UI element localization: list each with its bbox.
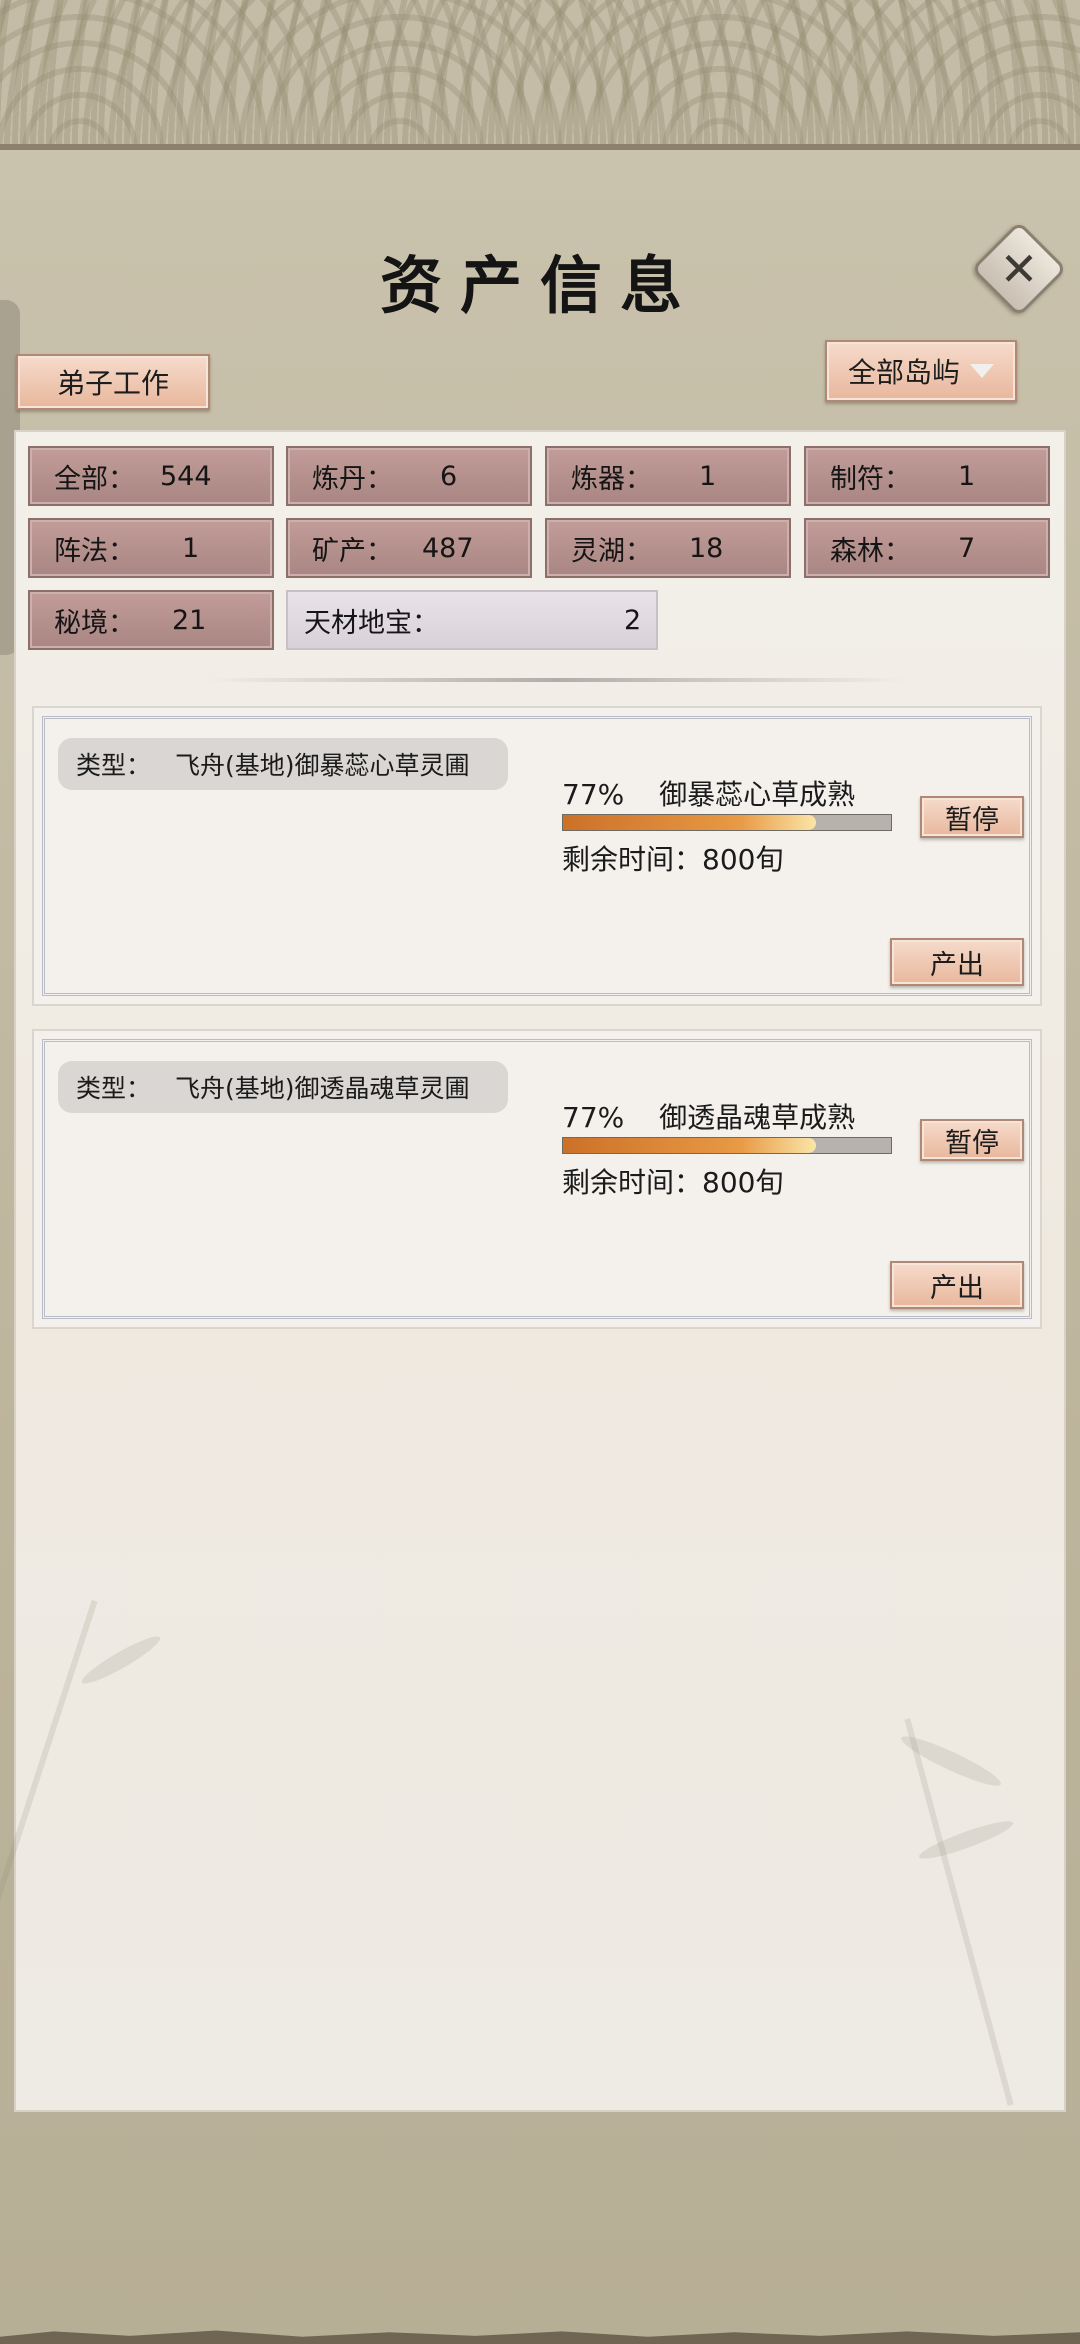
stat-label: 矿产： [312,535,393,567]
pause-label: 暂停 [945,1127,999,1159]
stat-label: 炼器： [571,463,652,495]
stat-label: 制符： [830,463,911,495]
chevron-down-icon [970,364,994,378]
close-icon: ✕ [999,242,1039,296]
stat-treasure[interactable]: 天材地宝： 2 [286,590,658,650]
stat-label: 阵法： [54,535,135,567]
output-button[interactable]: 产出 [890,938,1024,986]
remaining-time: 剩余时间：800旬 [562,1166,784,1199]
type-pill: 类型： 飞舟(基地)御透晶魂草灵圃 [58,1061,508,1113]
stat-label: 灵湖： [571,535,652,567]
top-decoration [0,0,1080,150]
type-value: 飞舟(基地)御透晶魂草灵圃 [175,1074,470,1103]
stat-value: 2 [624,604,642,636]
pause-label: 暂停 [945,804,999,836]
progress-bar-fill [563,1138,816,1153]
stat-talisman[interactable]: 制符： 1 [804,446,1050,506]
page-title: 资产信息 [379,249,700,322]
bamboo-leaf-decoration [78,1630,164,1690]
stat-label: 全部： [54,463,135,495]
type-value: 飞舟(基地)御暴蕊心草灵圃 [175,751,470,780]
stat-label: 天材地宝： [304,607,439,639]
disciple-work-label: 弟子工作 [56,367,169,400]
output-label: 产出 [930,1272,984,1304]
progress-bar-fill [563,815,816,830]
stat-value: 1 [182,532,200,564]
remaining-time: 剩余时间：800旬 [562,843,784,876]
stat-value: 1 [699,460,717,492]
stat-value: 7 [958,532,976,564]
stat-formation[interactable]: 阵法： 1 [28,518,274,578]
asset-card: 类型： 飞舟(基地)御暴蕊心草灵圃 77% 御暴蕊心草成熟 剩余时间：800旬 … [32,706,1042,1006]
pause-button[interactable]: 暂停 [920,1119,1024,1161]
progress-bar [562,1137,892,1154]
bamboo-decoration [0,1599,98,1945]
type-pill: 类型： 飞舟(基地)御暴蕊心草灵圃 [58,738,508,790]
stat-value: 6 [440,460,458,492]
stat-value: 1 [958,460,976,492]
stat-value: 18 [689,532,724,564]
progress-percent: 77% [562,1101,625,1134]
stat-lake[interactable]: 灵湖： 18 [545,518,791,578]
stat-label: 秘境： [54,607,135,639]
stat-secret-realm[interactable]: 秘境： 21 [28,590,274,650]
stat-label: 炼丹： [312,463,393,495]
stat-label: 森林： [830,535,911,567]
stat-value: 487 [422,532,474,564]
island-filter-dropdown[interactable]: 全部岛屿 [825,340,1017,402]
stat-alchemy[interactable]: 炼丹： 6 [286,446,532,506]
asset-card: 类型： 飞舟(基地)御透晶魂草灵圃 77% 御透晶魂草成熟 剩余时间：800旬 … [32,1029,1042,1329]
bamboo-leaf-decoration [897,1729,1005,1793]
disciple-work-button[interactable]: 弟子工作 [16,354,210,410]
output-button[interactable]: 产出 [890,1261,1024,1309]
asset-panel: 全部： 544 炼丹： 6 炼器： 1 制符： 1 阵法： 1 矿产： 487 … [0,430,1066,2112]
progress-text: 77% 御透晶魂草成熟 [562,1096,855,1136]
progress-status: 御暴蕊心草成熟 [659,778,856,811]
section-divider [206,678,906,682]
stat-mine[interactable]: 矿产： 487 [286,518,532,578]
progress-percent: 77% [562,778,625,811]
stat-all[interactable]: 全部： 544 [28,446,274,506]
stat-value: 21 [172,604,207,636]
bamboo-decoration [904,1718,1014,2106]
progress-status: 御透晶魂草成熟 [659,1101,856,1134]
island-filter-label: 全部岛屿 [847,356,960,389]
progress-bar [562,814,892,831]
stat-forging[interactable]: 炼器： 1 [545,446,791,506]
output-label: 产出 [930,949,984,981]
progress-text: 77% 御暴蕊心草成熟 [562,773,855,813]
stat-value: 544 [160,460,212,492]
stat-forest[interactable]: 森林： 7 [804,518,1050,578]
type-label: 类型： [76,751,152,780]
type-label: 类型： [76,1074,152,1103]
pause-button[interactable]: 暂停 [920,796,1024,838]
